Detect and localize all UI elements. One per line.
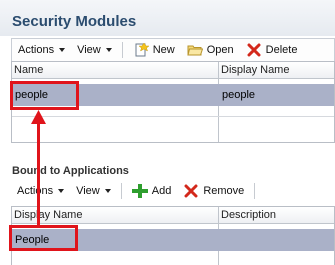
chevron-down-icon — [59, 48, 66, 52]
column-header-name[interactable]: Name — [12, 62, 218, 78]
actions-menu-label: Actions — [18, 44, 55, 56]
row-divider — [12, 116, 334, 117]
chevron-down-icon — [105, 48, 112, 52]
remove-button-label: Remove — [203, 185, 245, 197]
view-menu-label: View — [77, 44, 101, 56]
cell-description — [219, 229, 334, 251]
page-title: Security Modules — [12, 13, 137, 30]
actions-menu[interactable]: Actions — [11, 180, 70, 202]
folder-icon — [187, 45, 203, 56]
bound-section-title: Bound to Applications — [12, 165, 129, 177]
actions-menu-label: Actions — [17, 185, 54, 197]
modules-table-header: Name Display Name — [12, 62, 334, 79]
delete-button[interactable]: Delete — [240, 39, 304, 61]
remove-x-icon — [184, 184, 198, 198]
highlight-box-top — [10, 81, 79, 110]
add-button-label: Add — [151, 185, 172, 197]
remove-button[interactable]: Remove — [177, 180, 250, 202]
delete-button-label: Delete — [265, 44, 298, 56]
toolbar-divider — [254, 183, 256, 199]
view-menu-label: View — [76, 185, 100, 197]
view-menu[interactable]: View — [71, 39, 118, 61]
delete-x-icon — [247, 43, 261, 57]
column-header-display-name[interactable]: Display Name — [219, 62, 334, 78]
chevron-down-icon — [58, 189, 65, 193]
title-bar: Security Modules — [0, 0, 335, 36]
bound-table-header: Display Name Description — [12, 207, 334, 224]
column-header-description[interactable]: Description — [219, 207, 334, 223]
actions-menu[interactable]: Actions — [12, 39, 71, 61]
new-button[interactable]: New — [127, 39, 181, 61]
new-button-label: New — [152, 44, 175, 56]
highlight-arrow-line — [37, 124, 40, 226]
add-button[interactable]: Add — [126, 180, 178, 202]
chevron-down-icon — [104, 189, 111, 193]
modules-toolbar: Actions View New Open Delete — [11, 38, 335, 61]
column-header-display-name[interactable]: Display Name — [12, 207, 218, 223]
arrow-up-icon — [31, 110, 46, 124]
bound-toolbar: Actions View Add Remove — [11, 180, 333, 202]
toolbar-divider — [121, 42, 123, 58]
plus-icon — [131, 184, 148, 198]
open-button[interactable]: Open — [181, 39, 240, 61]
highlight-box-bottom — [9, 225, 78, 251]
new-document-icon — [135, 43, 149, 57]
open-button-label: Open — [206, 44, 234, 56]
view-menu[interactable]: View — [70, 180, 117, 202]
toolbar-divider — [120, 183, 122, 199]
cell-display-name: people — [222, 89, 256, 101]
